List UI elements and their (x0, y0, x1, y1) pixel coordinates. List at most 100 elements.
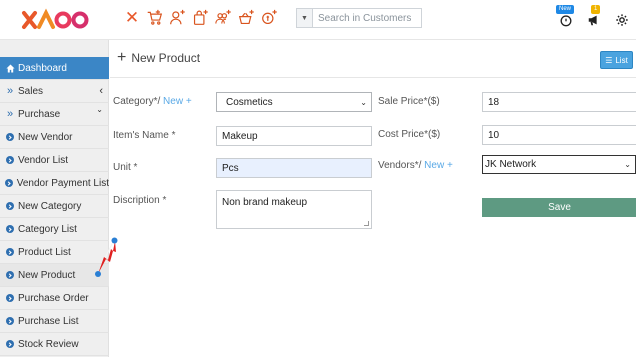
cart-add-icon[interactable] (143, 6, 166, 29)
sidebar-item-sales[interactable]: » Sales ‹ (0, 80, 109, 103)
double-chevron-icon: » (6, 85, 14, 97)
home-icon (2, 63, 18, 73)
coin-add-icon[interactable] (258, 6, 281, 29)
sidebar-item-label: Dashboard (18, 62, 67, 74)
sidebar-item-label: Category List (18, 223, 77, 235)
chevron-down-icon: ⌄ (624, 160, 631, 169)
sidebar-item-purchase-order[interactable]: Purchase Order (0, 287, 109, 310)
sale-price-label: Sale Price*($) (378, 96, 440, 107)
vendors-select-value: JK Network (485, 159, 537, 170)
list-button[interactable]: ☰ List (600, 51, 633, 69)
circle-chevron-icon (6, 133, 14, 141)
sidebar-item-label: Purchase (18, 108, 61, 120)
logo-icon (21, 8, 88, 29)
new-badge: New (556, 5, 575, 14)
sidebar: Dashboard » Sales ‹ » Purchase ⌄ New Ven… (0, 40, 109, 357)
megaphone-icon (588, 15, 597, 26)
circle-chevron-icon (6, 202, 14, 210)
cost-price-label: Cost Price*($) (378, 129, 441, 140)
sidebar-item-label: Sales (18, 85, 44, 97)
circle-chevron-icon (6, 225, 14, 233)
customer-search: ▼ (296, 8, 422, 28)
category-label: Category*/ New + (113, 96, 192, 107)
circle-chevron-icon (6, 156, 14, 164)
close-icon[interactable]: ✕ (121, 6, 143, 29)
circle-chevron-icon (6, 340, 14, 348)
item-name-label: Item's Name * (113, 130, 176, 141)
search-input[interactable] (313, 8, 422, 28)
chevron-left-icon: ‹ (99, 85, 103, 97)
circle-chevron-icon (6, 248, 14, 256)
page-title: + New Product (117, 50, 200, 66)
circle-chevron-icon (6, 317, 14, 325)
sidebar-item-purchase[interactable]: » Purchase ⌄ (0, 103, 109, 126)
vendors-select[interactable]: JK Network ⌄ (482, 155, 636, 174)
sidebar-item-label: Vendor List (18, 154, 69, 166)
list-icon: ☰ (605, 55, 613, 65)
page-title-text: New Product (131, 51, 201, 65)
sidebar-item-vendor-list[interactable]: Vendor List (0, 149, 109, 172)
category-select-value: Cosmetics (226, 96, 273, 108)
sidebar-item-label: Stock Review (18, 338, 79, 350)
sidebar-item-label: New Vendor (18, 131, 73, 143)
circle-chevron-icon (6, 294, 14, 302)
announcement-notification[interactable]: 1 (580, 5, 608, 34)
list-button-label: List (615, 55, 628, 65)
settings-button[interactable] (608, 6, 636, 34)
cost-price-field[interactable]: 10 (482, 125, 636, 145)
user-add-icon[interactable] (166, 6, 189, 29)
plus-icon: + (117, 49, 127, 66)
chevron-down-icon: ⌄ (360, 97, 367, 107)
clock-notification[interactable]: New (552, 5, 580, 34)
vendors-label-text: Vendors*/ (378, 160, 422, 171)
search-filter-dropdown[interactable]: ▼ (296, 8, 313, 28)
sidebar-item-label: Purchase List (18, 315, 79, 327)
description-value: Non brand makeup (222, 197, 308, 208)
page-header: + New Product ☰ List (110, 40, 636, 78)
gear-icon (616, 14, 628, 26)
description-field[interactable]: Non brand makeup (216, 190, 372, 229)
main-content: + New Product ☰ List Category*/ New + Co… (110, 40, 636, 357)
basket-add-icon[interactable] (235, 6, 258, 29)
resize-handle[interactable] (364, 221, 369, 226)
item-name-field[interactable]: Makeup (216, 126, 372, 146)
sidebar-item-vendor-payment-list[interactable]: Vendor Payment List (0, 172, 109, 195)
sidebar-item-label: Product List (18, 246, 71, 258)
double-chevron-icon: » (6, 108, 14, 120)
count-badge: 1 (591, 5, 601, 14)
sidebar-item-label: New Product (18, 269, 76, 281)
sidebar-item-stock-review[interactable]: Stock Review (0, 333, 109, 356)
vendors-label: Vendors*/ New + (378, 160, 453, 171)
sidebar-item-dashboard[interactable]: Dashboard (0, 57, 109, 80)
category-select[interactable]: Cosmetics ⌄ (216, 92, 372, 112)
users-add-icon[interactable] (212, 6, 235, 29)
description-label: Discription * (113, 195, 167, 206)
sidebar-item-new-category[interactable]: New Category (0, 195, 109, 218)
sidebar-item-purchase-list[interactable]: Purchase List (0, 310, 109, 333)
app-window: ✕ ▼ New (0, 0, 636, 357)
new-vendor-link[interactable]: New + (424, 160, 453, 171)
quick-actions: ✕ (121, 6, 281, 29)
sidebar-item-label: New Category (18, 200, 82, 212)
circle-chevron-icon (6, 271, 14, 279)
save-button[interactable]: Save (482, 198, 636, 217)
chevron-down-icon: ⌄ (96, 105, 103, 114)
sidebar-item-category-list[interactable]: Category List (0, 218, 109, 241)
circle-chevron-icon (5, 179, 14, 187)
header-right: New 1 (552, 0, 636, 40)
app-logo[interactable] (0, 0, 109, 40)
new-category-link[interactable]: New + (163, 96, 192, 107)
unit-field[interactable]: Pcs (216, 158, 372, 178)
category-label-text: Category*/ (113, 96, 161, 107)
bag-add-icon[interactable] (189, 6, 212, 29)
top-bar: ✕ ▼ New (0, 0, 636, 40)
sidebar-item-label: Purchase Order (18, 292, 89, 304)
sidebar-item-new-vendor[interactable]: New Vendor (0, 126, 109, 149)
sidebar-item-new-product[interactable]: New Product (0, 264, 109, 287)
sidebar-item-label: Vendor Payment List (16, 177, 109, 189)
clock-icon (560, 15, 572, 27)
unit-label: Unit * (113, 162, 138, 173)
sale-price-field[interactable]: 18 (482, 92, 636, 112)
sidebar-item-product-list[interactable]: Product List (0, 241, 109, 264)
pointer-arrow-icon (95, 237, 118, 277)
